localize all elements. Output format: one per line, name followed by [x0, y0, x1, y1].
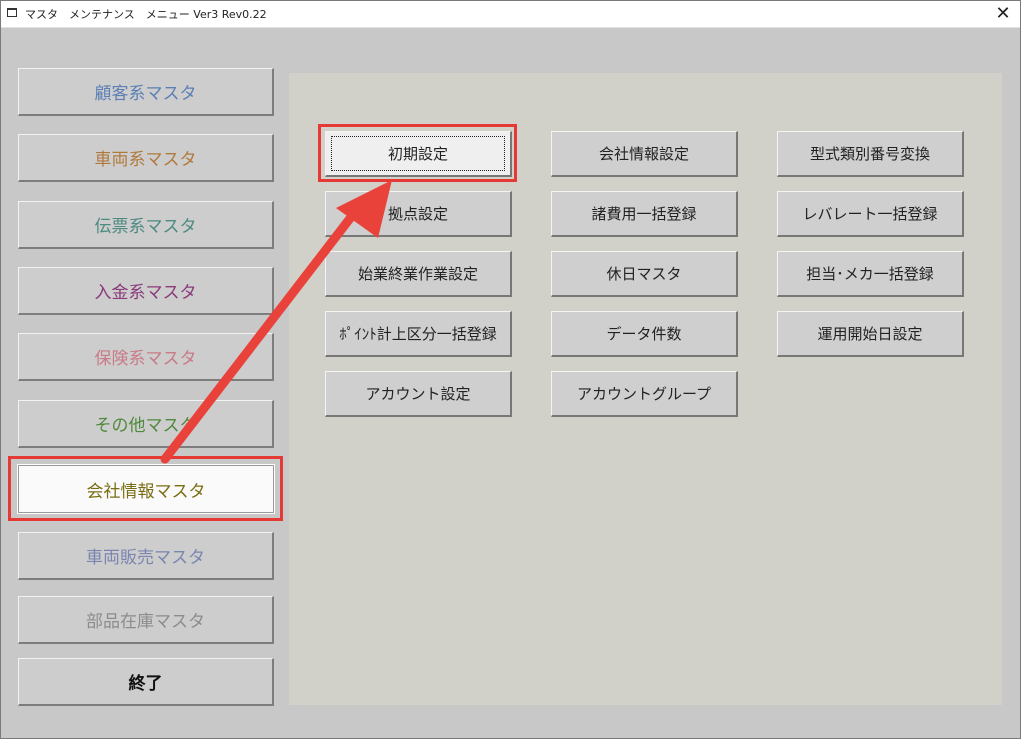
arrow-shaft: [160, 203, 363, 464]
annotation-arrow: [160, 180, 392, 464]
